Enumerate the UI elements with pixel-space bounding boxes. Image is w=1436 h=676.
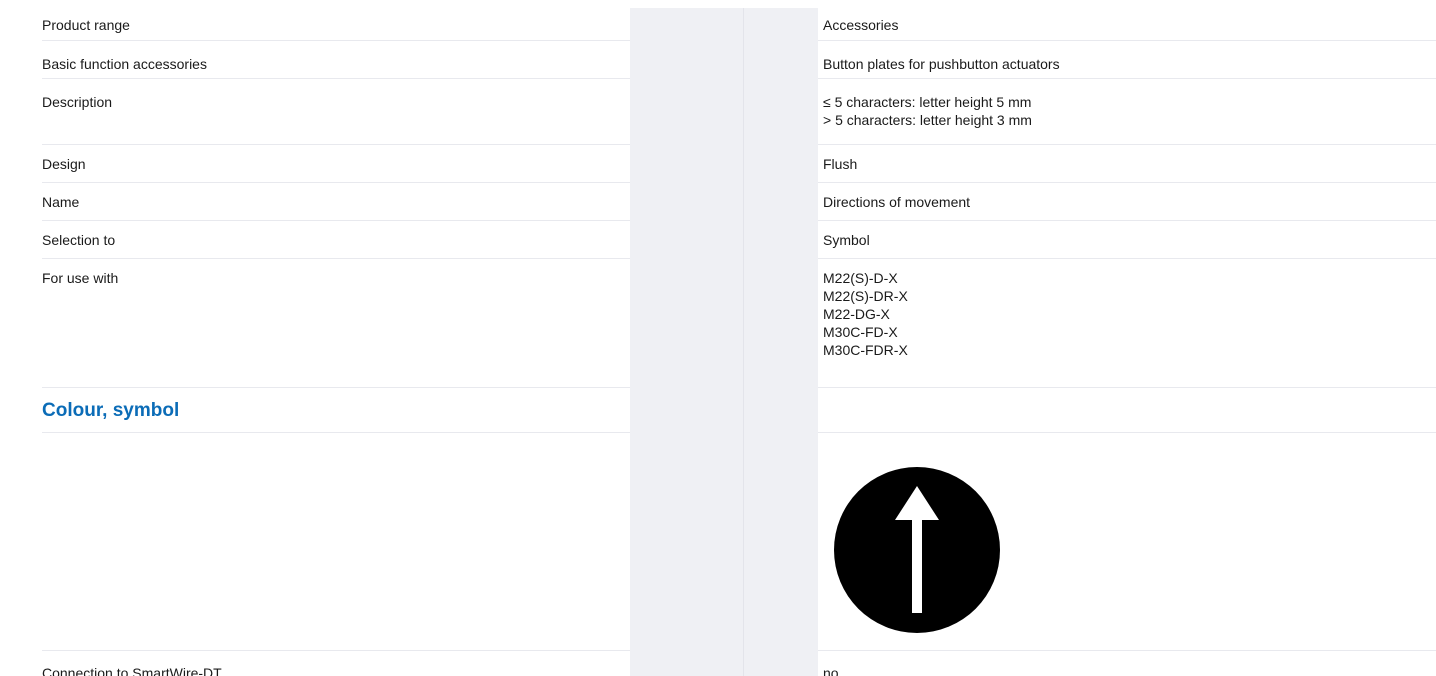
row-value: Flush: [823, 156, 858, 172]
table-row: Connection to SmartWire-DT no: [0, 651, 1436, 676]
table-row: Basic function accessories Button plates…: [0, 41, 1436, 79]
table-row: Name Directions of movement: [0, 183, 1436, 221]
row-value: Symbol: [823, 232, 870, 248]
row-value: M22(S)-D-X M22(S)-DR-X M22-DG-X M30C-FD-…: [823, 270, 908, 358]
table-row: Design Flush: [0, 145, 1436, 183]
table-row: Description ≤ 5 characters: letter heigh…: [0, 79, 1436, 145]
row-label: For use with: [42, 270, 119, 286]
symbol-row: [0, 433, 1436, 651]
row-label: Design: [42, 156, 86, 172]
row-value: ≤ 5 characters: letter height 5 mm > 5 c…: [823, 94, 1032, 128]
row-label: Name: [42, 194, 80, 210]
arrow-up-icon: [834, 467, 1000, 633]
section-heading: Colour, symbol: [42, 400, 180, 421]
row-label: Description: [42, 94, 113, 110]
row-label: Selection to: [42, 232, 116, 248]
section-row: Colour, symbol: [0, 388, 1436, 433]
row-value: no: [823, 665, 839, 676]
row-label: Basic function accessories: [42, 56, 207, 72]
table-row: For use with M22(S)-D-X M22(S)-DR-X M22-…: [0, 259, 1436, 388]
row-label: Product range: [42, 17, 130, 33]
row-value: Directions of movement: [823, 194, 971, 210]
row-value: Accessories: [823, 17, 899, 33]
row-value: Button plates for pushbutton actuators: [823, 56, 1060, 72]
row-label: Connection to SmartWire-DT: [42, 665, 222, 676]
table-row: Product range Accessories: [0, 8, 1436, 41]
table-row: Selection to Symbol: [0, 221, 1436, 259]
product-details-page: Product range Accessories Basic function…: [0, 0, 1436, 676]
